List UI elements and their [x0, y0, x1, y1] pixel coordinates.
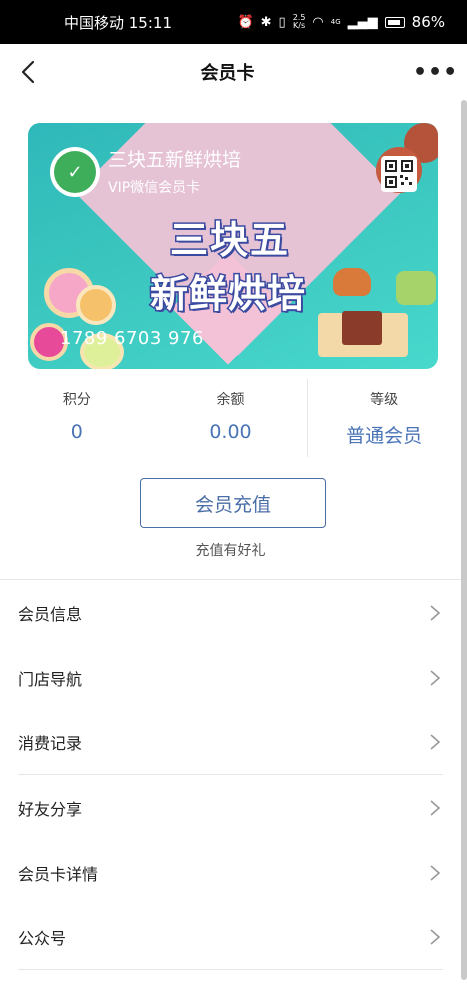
menu-list: 会员信息 门店导航 消费记录 好友分享 会员卡详情 公众号 — [0, 579, 461, 970]
status-icons: ⏰ ✱ ▯ 2.5 K/s ◠ 4G ▂▄▆ 86% — [237, 13, 445, 31]
shop-logo: ✓ — [50, 147, 100, 197]
page-title: 会员卡 — [200, 63, 255, 84]
menu-item-store-navigation[interactable]: 门店导航 — [0, 645, 461, 710]
menu-item-member-info[interactable]: 会员信息 — [0, 580, 461, 645]
vibrate-icon: ▯ — [278, 14, 286, 30]
roll-cake-decoration — [396, 271, 436, 305]
menu-item-label: 门店导航 — [18, 669, 83, 689]
shop-logo-icon: ✓ — [54, 151, 96, 193]
menu-item-label: 消费记录 — [18, 734, 83, 753]
shop-name: 三块五新鲜烘培 — [108, 149, 242, 171]
wifi-icon: ◠ — [312, 14, 324, 30]
nav-bar: 会员卡 ••• — [0, 44, 467, 100]
chevron-right-icon — [430, 734, 441, 750]
recharge-tip: 充值有好礼 — [195, 543, 266, 559]
card-type: VIP微信会员卡 — [108, 180, 201, 196]
chevron-right-icon — [430, 669, 441, 686]
stat-points-value: 0 — [70, 421, 83, 443]
chevron-right-icon — [430, 929, 441, 945]
stat-balance-label: 余额 — [216, 392, 245, 408]
menu-item-label: 好友分享 — [18, 799, 83, 819]
qr-code-icon[interactable] — [381, 156, 417, 192]
battery-icon — [384, 16, 405, 28]
status-bar: 中国移动 15:11 ⏰ ✱ ▯ 2.5 K/s ◠ 4G ▂▄▆ 86% — [0, 0, 467, 44]
card-headline-2: 新鲜烘培 — [148, 271, 307, 318]
menu-item-label: 会员卡详情 — [18, 864, 99, 884]
network-speed: 2.5 K/s — [292, 13, 306, 30]
carrier-time: 中国移动 15:11 — [64, 13, 172, 32]
stat-points-label: 积分 — [62, 392, 91, 408]
chevron-right-icon — [430, 604, 441, 621]
member-card: ✓ 三块五新鲜烘培 VIP微信会员卡 三块五 新鲜烘培 1789 6703 97… — [28, 123, 438, 369]
stat-balance-value: 0.00 — [209, 421, 252, 443]
scrollbar[interactable] — [461, 100, 467, 980]
signal-label: 4G — [330, 18, 341, 26]
bluetooth-icon: ✱ — [260, 14, 272, 30]
menu-item-official-account[interactable]: 公众号 — [18, 905, 443, 970]
alarm-icon: ⏰ — [237, 14, 254, 30]
donut-decoration — [76, 285, 116, 325]
menu-item-label: 公众号 — [18, 929, 67, 948]
stat-level[interactable]: 等级 普通会员 — [307, 375, 461, 457]
chevron-right-icon — [430, 864, 441, 881]
battery-percent: 86% — [411, 13, 445, 31]
signal-icon: ▂▄▆ — [347, 14, 378, 30]
chevron-left-icon[interactable] — [14, 58, 42, 86]
stat-points[interactable]: 积分 0 — [0, 375, 154, 455]
cake-slice-decoration — [342, 311, 382, 345]
menu-item-label: 会员信息 — [18, 604, 83, 624]
stat-level-value: 普通会员 — [346, 425, 423, 447]
stat-level-label: 等级 — [370, 392, 399, 408]
recharge-button[interactable]: 会员充值 — [140, 478, 326, 528]
stat-balance[interactable]: 余额 0.00 — [154, 375, 308, 455]
more-dots-icon[interactable]: ••• — [413, 60, 457, 85]
card-number: 1789 6703 976 — [60, 328, 204, 349]
card-headline-1: 三块五 — [168, 217, 291, 264]
menu-item-share-friends[interactable]: 好友分享 — [0, 775, 461, 840]
member-stats: 积分 0 余额 0.00 等级 普通会员 — [0, 375, 461, 457]
burger-decoration — [333, 268, 371, 296]
chevron-right-icon — [430, 799, 441, 816]
menu-item-card-details[interactable]: 会员卡详情 — [0, 840, 461, 905]
main-content: ✓ 三块五新鲜烘培 VIP微信会员卡 三块五 新鲜烘培 1789 6703 97… — [0, 100, 467, 1000]
menu-item-consumption-records[interactable]: 消费记录 — [18, 710, 443, 775]
